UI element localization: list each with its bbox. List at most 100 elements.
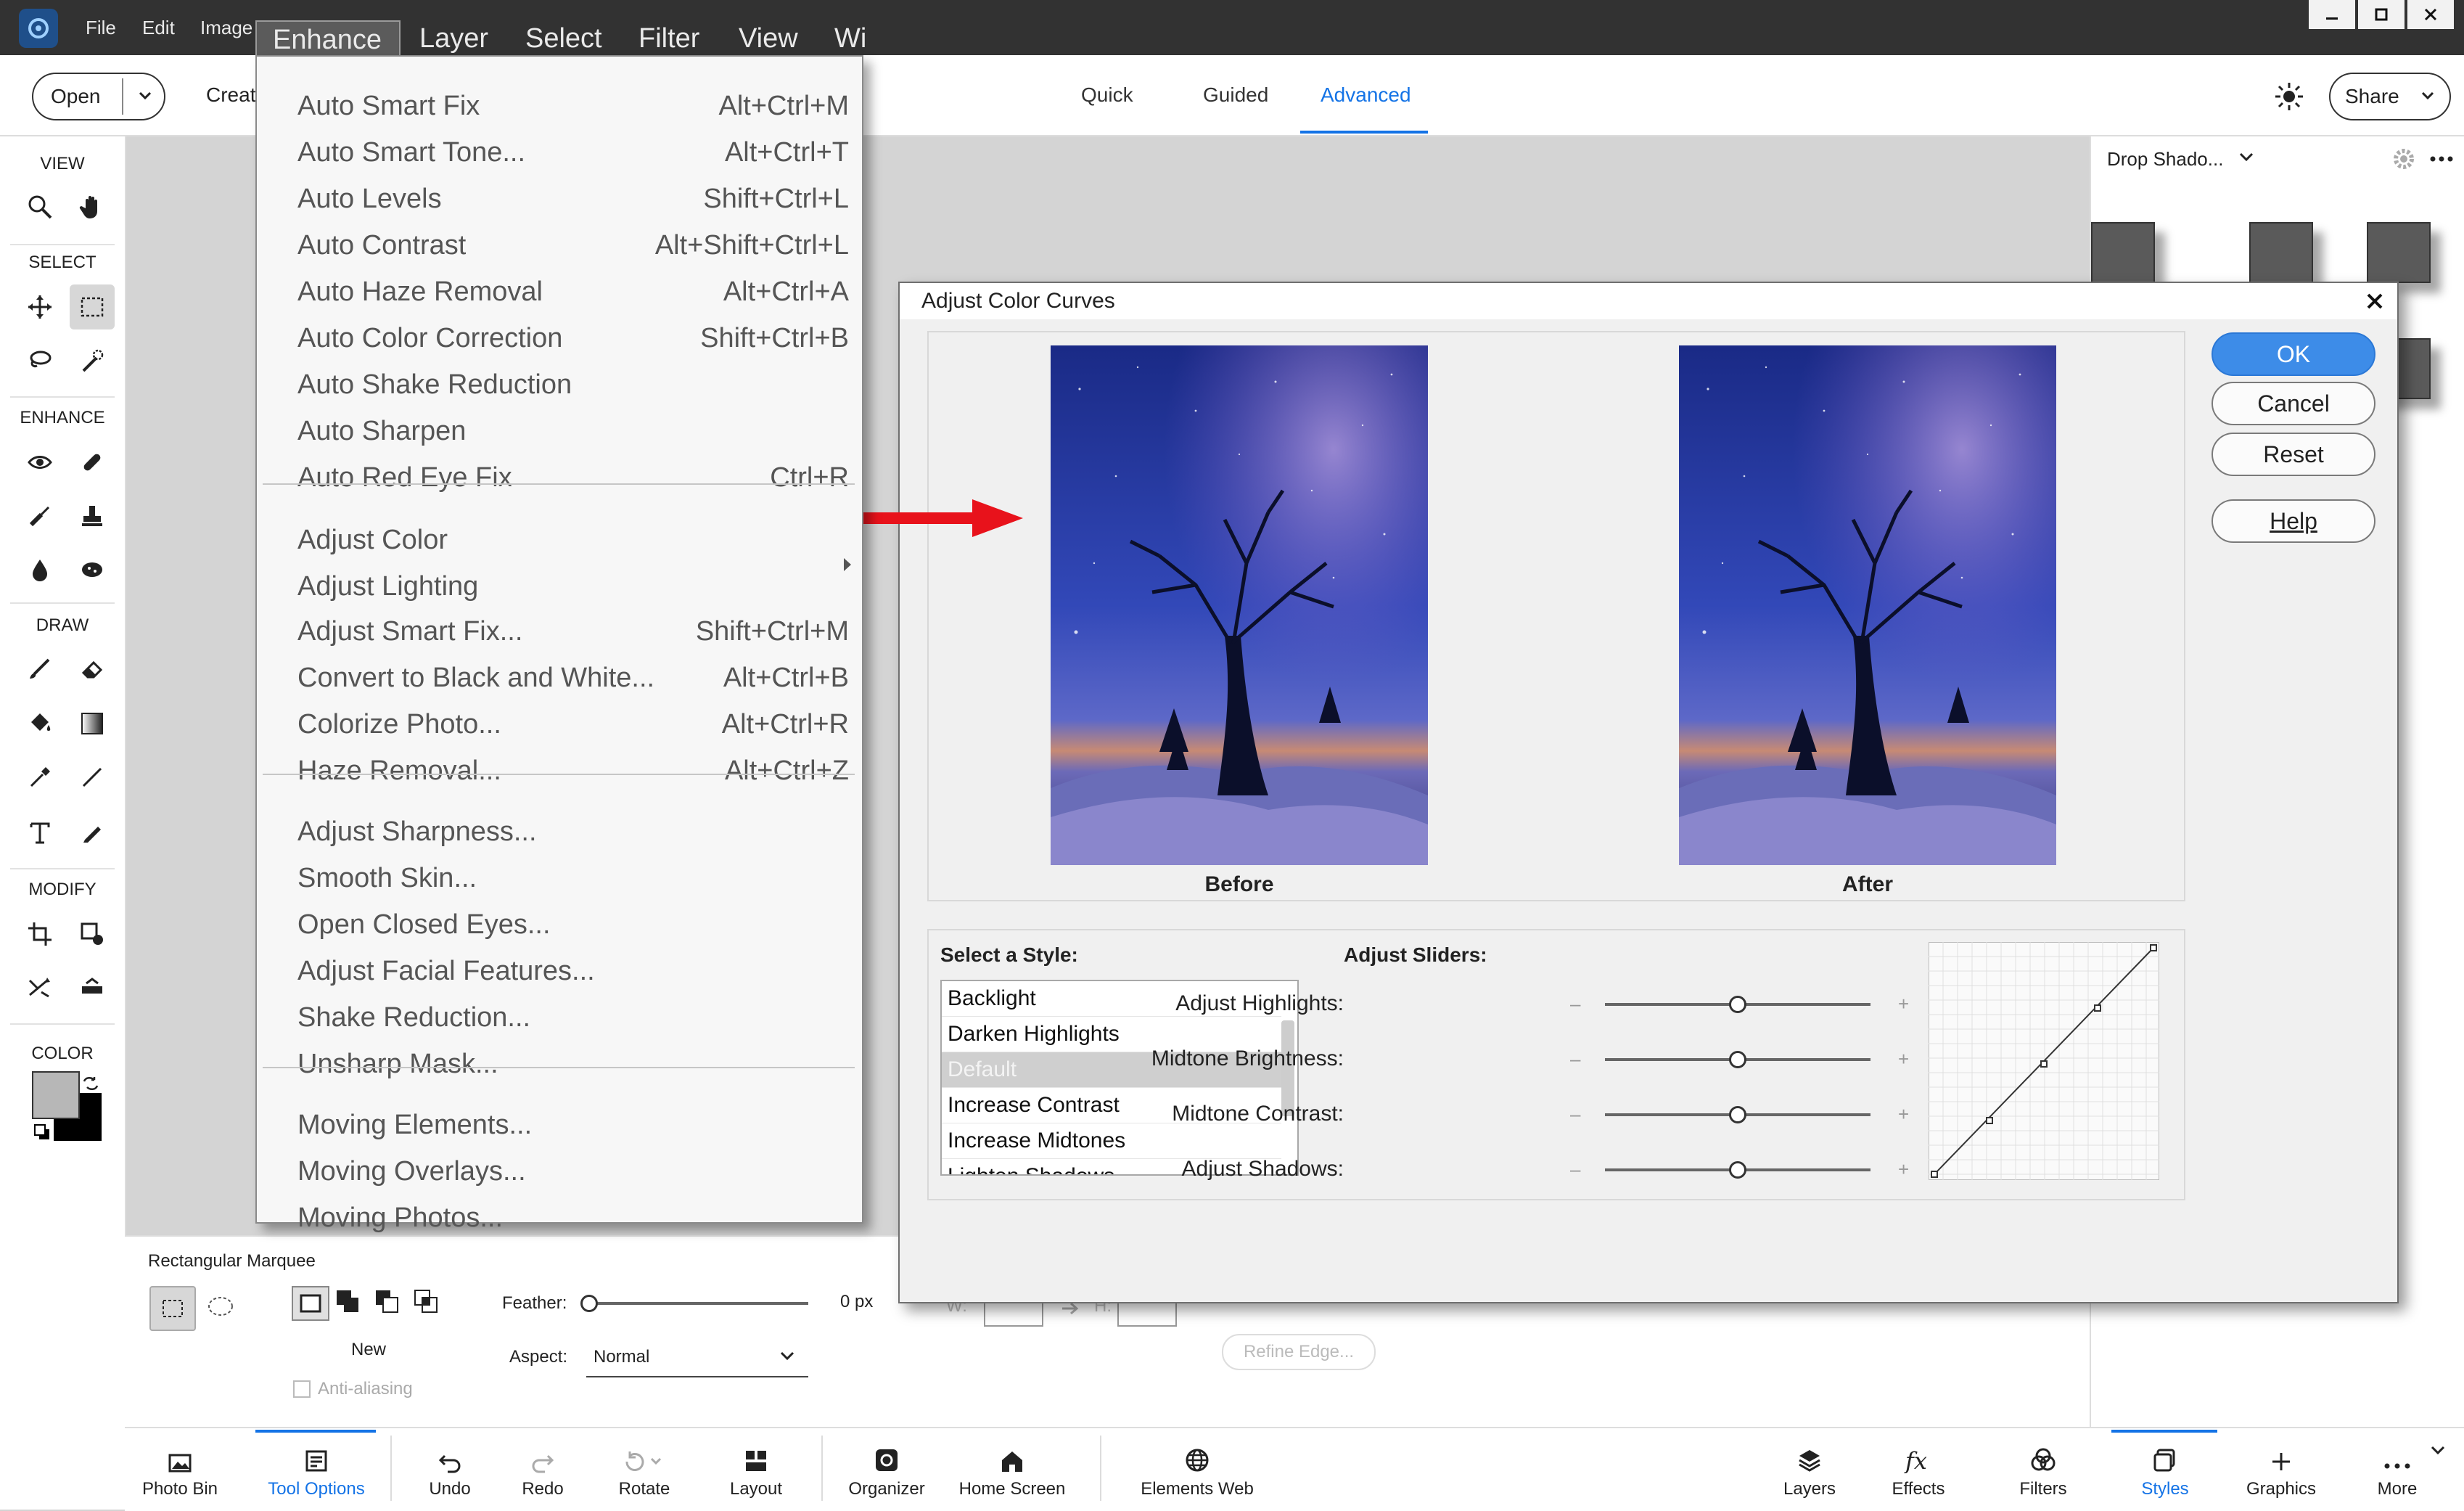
- menu-item-shake-reduction[interactable]: Shake Reduction...: [297, 996, 849, 1039]
- graphics-button[interactable]: Graphics: [2230, 1427, 2332, 1510]
- menu-item-moving-overlays[interactable]: Moving Overlays...: [297, 1150, 849, 1193]
- adjust-shadows-slider-handle[interactable]: [1729, 1161, 1746, 1179]
- foreground-color-swatch[interactable]: [32, 1071, 80, 1119]
- gradient-tool-icon[interactable]: [70, 701, 115, 746]
- home-screen-button[interactable]: Home Screen: [958, 1427, 1067, 1510]
- more-options-icon[interactable]: [2429, 152, 2454, 165]
- maximize-button[interactable]: [2358, 0, 2405, 29]
- recompose-tool-icon[interactable]: [70, 912, 115, 957]
- curve-graph[interactable]: [1929, 942, 2159, 1180]
- tab-quick[interactable]: Quick: [1081, 55, 1133, 135]
- style-type-dropdown[interactable]: Drop Shado...: [2107, 148, 2223, 171]
- content-aware-move-tool-icon[interactable]: [17, 965, 62, 1010]
- move-tool-icon[interactable]: [17, 284, 62, 329]
- styles-button[interactable]: Styles: [2114, 1427, 2216, 1510]
- redo-button[interactable]: Redo: [492, 1427, 594, 1510]
- gear-icon[interactable]: [2391, 147, 2416, 171]
- midtone-brightness-slider-handle[interactable]: [1729, 1051, 1746, 1068]
- feather-slider-handle[interactable]: [580, 1295, 598, 1312]
- add-to-selection-icon[interactable]: [335, 1289, 360, 1314]
- effects-button[interactable]: fx Effects: [1868, 1427, 1969, 1510]
- default-colors-icon[interactable]: [33, 1123, 52, 1142]
- clone-stamp-tool-icon[interactable]: [70, 494, 115, 539]
- elements-web-button[interactable]: Elements Web: [1132, 1427, 1262, 1510]
- menu-item-auto-red-eye-fix[interactable]: Auto Red Eye Fix Ctrl+R: [297, 456, 849, 499]
- menu-item-adjust-lighting[interactable]: Adjust Lighting: [297, 565, 849, 608]
- more-button[interactable]: More: [2346, 1427, 2448, 1510]
- menu-item-open-closed-eyes[interactable]: Open Closed Eyes...: [297, 903, 849, 946]
- chevron-down-icon[interactable]: [138, 90, 152, 102]
- sponge-tool-icon[interactable]: [70, 547, 115, 592]
- open-button[interactable]: Open: [32, 73, 165, 120]
- close-icon[interactable]: [2365, 292, 2384, 311]
- menu-item-auto-levels[interactable]: Auto Levels Shift+Ctrl+L: [297, 177, 849, 221]
- swap-colors-icon[interactable]: [81, 1074, 100, 1093]
- paint-bucket-tool-icon[interactable]: [17, 701, 62, 746]
- menu-item-adjust-facial-features[interactable]: Adjust Facial Features...: [297, 949, 849, 993]
- tool-options-button[interactable]: Tool Options: [266, 1427, 367, 1510]
- eyedropper-tool-icon[interactable]: [17, 755, 62, 800]
- drop-shadow-style-swatch[interactable]: [2249, 222, 2313, 283]
- blur-tool-icon[interactable]: [17, 547, 62, 592]
- menu-edit[interactable]: Edit: [142, 0, 175, 55]
- menu-item-haze-removal[interactable]: Haze Removal... Alt+Ctrl+Z: [297, 749, 849, 793]
- tab-guided[interactable]: Guided: [1203, 55, 1268, 135]
- menu-filter[interactable]: Filter: [638, 20, 699, 57]
- tab-advanced[interactable]: Advanced: [1321, 55, 1411, 135]
- red-eye-tool-icon[interactable]: [17, 440, 62, 485]
- subtract-from-selection-icon[interactable]: [374, 1289, 399, 1314]
- feather-slider-track[interactable]: [588, 1302, 808, 1305]
- marquee-tool-icon[interactable]: [70, 284, 115, 329]
- organizer-button[interactable]: Organizer: [836, 1427, 937, 1510]
- midtone-contrast-slider-handle[interactable]: [1729, 1106, 1746, 1123]
- layers-button[interactable]: Layers: [1759, 1427, 1860, 1510]
- menu-item-moving-photos[interactable]: Moving Photos...: [297, 1196, 849, 1240]
- adjust-highlights-slider-handle[interactable]: [1729, 996, 1746, 1013]
- straighten-tool-icon[interactable]: [70, 965, 115, 1010]
- close-window-button[interactable]: [2407, 0, 2454, 29]
- menu-item-auto-haze-removal[interactable]: Auto Haze Removal Alt+Ctrl+A: [297, 270, 849, 314]
- menu-file[interactable]: File: [86, 0, 116, 55]
- drop-shadow-style-swatch[interactable]: [2091, 222, 2155, 283]
- spot-healing-tool-icon[interactable]: [70, 440, 115, 485]
- intersect-selection-icon[interactable]: [414, 1289, 438, 1314]
- chevron-down-icon[interactable]: [2429, 1444, 2447, 1457]
- anti-aliasing-checkbox[interactable]: [293, 1380, 311, 1398]
- menu-item-adjust-sharpness[interactable]: Adjust Sharpness...: [297, 810, 849, 853]
- rectangular-marquee-option-icon[interactable]: [149, 1286, 196, 1331]
- menu-item-adjust-smart-fix[interactable]: Adjust Smart Fix... Shift+Ctrl+M: [297, 610, 849, 653]
- refine-edge-button[interactable]: Refine Edge...: [1222, 1334, 1376, 1370]
- minimize-button[interactable]: [2309, 0, 2355, 29]
- smart-brush-tool-icon[interactable]: [17, 494, 62, 539]
- drop-shadow-style-swatch[interactable]: [2367, 222, 2431, 283]
- menu-enhance[interactable]: Enhance: [255, 20, 401, 57]
- menu-item-smooth-skin[interactable]: Smooth Skin...: [297, 856, 849, 900]
- aspect-dropdown[interactable]: Normal: [586, 1340, 808, 1377]
- brightness-icon[interactable]: [2274, 81, 2304, 112]
- undo-button[interactable]: Undo: [399, 1427, 501, 1510]
- elliptical-marquee-option-icon[interactable]: [206, 1295, 235, 1318]
- eraser-tool-icon[interactable]: [70, 646, 115, 691]
- menu-item-auto-contrast[interactable]: Auto Contrast Alt+Shift+Ctrl+L: [297, 224, 849, 267]
- menu-window[interactable]: Wi: [834, 20, 866, 57]
- menu-item-auto-shake-reduction[interactable]: Auto Shake Reduction: [297, 363, 849, 406]
- crop-tool-icon[interactable]: [17, 912, 62, 957]
- menu-item-auto-sharpen[interactable]: Auto Sharpen: [297, 409, 849, 453]
- new-selection-icon[interactable]: [292, 1286, 329, 1321]
- style-item-increase-midtones[interactable]: Increase Midtones: [942, 1123, 1281, 1159]
- layout-button[interactable]: Layout: [705, 1427, 807, 1510]
- zoom-tool-icon[interactable]: [17, 184, 62, 229]
- reset-button[interactable]: Reset: [2212, 433, 2375, 476]
- create-button[interactable]: Creat: [206, 55, 255, 135]
- menu-view[interactable]: View: [739, 20, 798, 57]
- help-button[interactable]: Help: [2212, 499, 2375, 543]
- menu-layer[interactable]: Layer: [419, 20, 488, 57]
- quick-selection-tool-icon[interactable]: [70, 338, 115, 383]
- type-tool-icon[interactable]: [17, 810, 62, 855]
- menu-item-adjust-color[interactable]: Adjust Color: [297, 518, 849, 562]
- photo-bin-button[interactable]: Photo Bin: [129, 1427, 231, 1510]
- menu-item-auto-smart-fix[interactable]: Auto Smart Fix Alt+Ctrl+M: [297, 84, 849, 128]
- menu-item-unsharp-mask[interactable]: Unsharp Mask...: [297, 1042, 849, 1086]
- menu-image[interactable]: Image: [200, 0, 252, 55]
- menu-select[interactable]: Select: [525, 20, 602, 57]
